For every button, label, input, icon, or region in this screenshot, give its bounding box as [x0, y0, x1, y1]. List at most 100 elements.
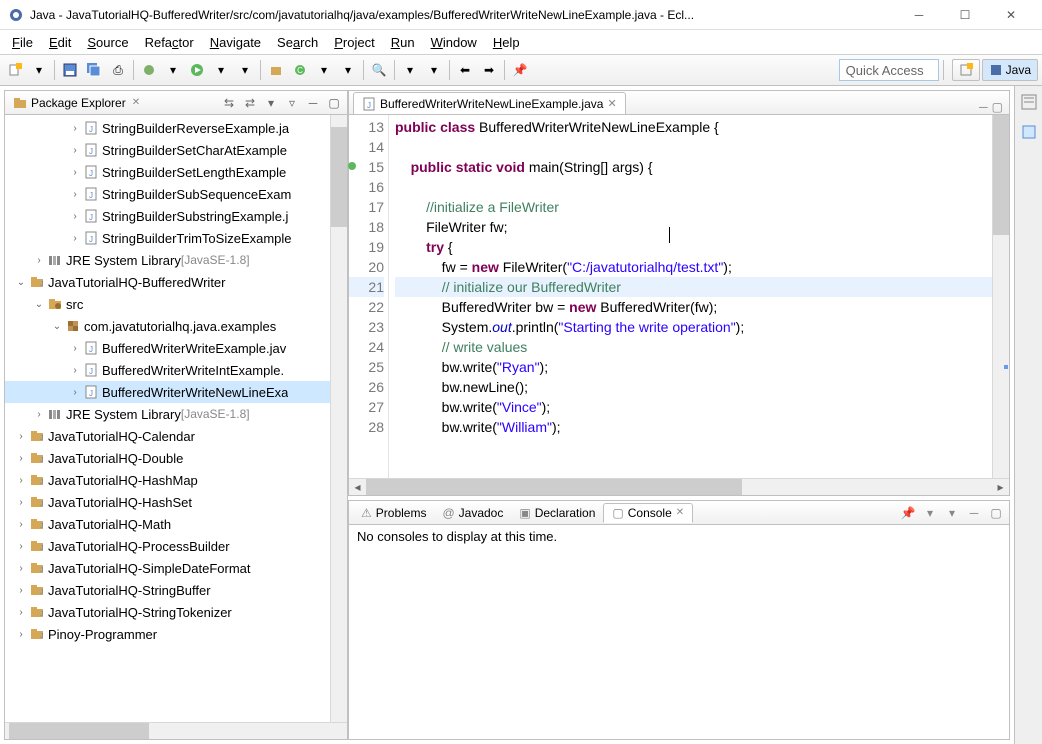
pin-button[interactable]: 📌 — [509, 59, 531, 81]
expand-toggle[interactable]: ⌄ — [49, 321, 65, 332]
tree-item[interactable]: ›JJavaTutorialHQ-HashMap — [5, 469, 330, 491]
minimize-view-button[interactable]: ─ — [965, 504, 983, 522]
new-class-button[interactable]: C — [289, 59, 311, 81]
tree-item[interactable]: ›JJavaTutorialHQ-StringBuffer — [5, 579, 330, 601]
coverage-button[interactable]: ▾ — [234, 59, 256, 81]
tab-declaration[interactable]: ▣Declaration — [511, 504, 603, 522]
tree-item[interactable]: ›JBufferedWriterWriteNewLineExa — [5, 381, 330, 403]
tree-item[interactable]: ›JJavaTutorialHQ-SimpleDateFormat — [5, 557, 330, 579]
menu-file[interactable]: File — [6, 33, 39, 52]
menu-source[interactable]: Source — [81, 33, 134, 52]
tree-item[interactable]: ›JRE System Library [JavaSE-1.8] — [5, 403, 330, 425]
focus-button[interactable]: ▾ — [262, 94, 280, 112]
tree-item[interactable]: ›JStringBuilderTrimToSizeExample — [5, 227, 330, 249]
line-number-gutter[interactable]: 13141516171819202122232425262728 — [349, 115, 389, 478]
save-button[interactable] — [59, 59, 81, 81]
expand-toggle[interactable]: › — [13, 431, 29, 442]
close-icon[interactable]: ✕ — [676, 507, 684, 518]
java-perspective-button[interactable]: Java — [982, 59, 1038, 81]
expand-toggle[interactable]: › — [67, 233, 83, 244]
tree-item[interactable]: ›JBufferedWriterWriteExample.jav — [5, 337, 330, 359]
expand-toggle[interactable]: › — [13, 563, 29, 574]
tree-item[interactable]: ›JBufferedWriterWriteIntExample. — [5, 359, 330, 381]
tree-item[interactable]: ›JJavaTutorialHQ-Calendar — [5, 425, 330, 447]
toggle-button[interactable]: ▾ — [399, 59, 421, 81]
horizontal-scrollbar[interactable] — [5, 722, 347, 739]
maximize-editor-button[interactable]: ▢ — [992, 100, 1003, 114]
menu-search[interactable]: Search — [271, 33, 324, 52]
dropdown-icon[interactable]: ▾ — [210, 59, 232, 81]
expand-toggle[interactable]: › — [13, 519, 29, 530]
package-explorer-tree[interactable]: ›JStringBuilderReverseExample.ja›JString… — [5, 115, 330, 722]
menu-navigate[interactable]: Navigate — [204, 33, 267, 52]
expand-toggle[interactable]: › — [31, 409, 47, 420]
close-icon[interactable]: ✕ — [607, 97, 616, 110]
tree-item[interactable]: ›JStringBuilderSetCharAtExample — [5, 139, 330, 161]
new-package-button[interactable] — [265, 59, 287, 81]
open-type-button[interactable]: ▾ — [337, 59, 359, 81]
close-icon[interactable]: ✕ — [132, 97, 140, 108]
tab-problems[interactable]: ⚠Problems — [353, 504, 434, 522]
save-all-button[interactable] — [83, 59, 105, 81]
tree-item[interactable]: ›JStringBuilderSubstringExample.j — [5, 205, 330, 227]
expand-toggle[interactable]: › — [13, 607, 29, 618]
expand-toggle[interactable]: › — [67, 189, 83, 200]
open-perspective-button[interactable] — [952, 59, 980, 81]
quick-access-input[interactable]: Quick Access — [839, 59, 939, 81]
tree-item[interactable]: ⌄src — [5, 293, 330, 315]
maximize-view-button[interactable]: ▢ — [325, 94, 343, 112]
expand-toggle[interactable]: › — [13, 453, 29, 464]
editor-vertical-scrollbar[interactable] — [992, 115, 1009, 478]
editor-horizontal-scrollbar[interactable]: ◂▸ — [349, 478, 1009, 495]
annotation-next-button[interactable]: ➡ — [478, 59, 500, 81]
tree-item[interactable]: ⌄JJavaTutorialHQ-BufferedWriter — [5, 271, 330, 293]
tab-javadoc[interactable]: @Javadoc — [434, 504, 511, 522]
expand-toggle[interactable]: ⌄ — [31, 299, 47, 310]
open-console-button[interactable]: ▾ — [943, 504, 961, 522]
debug-button[interactable] — [138, 59, 160, 81]
expand-toggle[interactable]: › — [31, 255, 47, 266]
maximize-view-button[interactable]: ▢ — [987, 504, 1005, 522]
tree-item[interactable]: ›JStringBuilderSetLengthExample — [5, 161, 330, 183]
dropdown-icon[interactable]: ▾ — [313, 59, 335, 81]
tree-item[interactable]: ›JJavaTutorialHQ-Math — [5, 513, 330, 535]
tree-item[interactable]: ›JStringBuilderReverseExample.ja — [5, 117, 330, 139]
expand-toggle[interactable]: › — [13, 475, 29, 486]
toggle-button[interactable]: ▾ — [423, 59, 445, 81]
expand-toggle[interactable]: › — [13, 497, 29, 508]
expand-toggle[interactable]: › — [67, 343, 83, 354]
dropdown-icon[interactable]: ▾ — [28, 59, 50, 81]
view-menu-button[interactable]: ▿ — [283, 94, 301, 112]
window-maximize-button[interactable]: ☐ — [942, 0, 988, 30]
tree-item[interactable]: ›JPinoy-Programmer — [5, 623, 330, 645]
tree-item[interactable]: ›JJavaTutorialHQ-Double — [5, 447, 330, 469]
pin-console-button[interactable]: 📌 — [899, 504, 917, 522]
expand-toggle[interactable]: › — [67, 145, 83, 156]
tree-item[interactable]: ›JJavaTutorialHQ-ProcessBuilder — [5, 535, 330, 557]
package-explorer-tab[interactable]: Package Explorer ✕ — [9, 94, 144, 112]
search-button[interactable]: 🔍 — [368, 59, 390, 81]
vertical-scrollbar[interactable] — [330, 115, 347, 722]
link-editor-button[interactable]: ⇄ — [241, 94, 259, 112]
tree-item[interactable]: ›JStringBuilderSubSequenceExam — [5, 183, 330, 205]
menu-edit[interactable]: Edit — [43, 33, 77, 52]
minimize-editor-button[interactable]: ─ — [979, 100, 988, 114]
expand-toggle[interactable]: › — [67, 167, 83, 178]
expand-toggle[interactable]: › — [13, 629, 29, 640]
tree-item[interactable]: ›JRE System Library [JavaSE-1.8] — [5, 249, 330, 271]
code-editor[interactable]: public class BufferedWriterWriteNewLineE… — [389, 115, 992, 478]
expand-toggle[interactable]: ⌄ — [13, 277, 29, 288]
expand-toggle[interactable]: › — [67, 211, 83, 222]
tree-item[interactable]: ⌄com.javatutorialhq.java.examples — [5, 315, 330, 337]
menu-run[interactable]: Run — [385, 33, 421, 52]
expand-toggle[interactable]: › — [13, 541, 29, 552]
editor-tab[interactable]: J BufferedWriterWriteNewLineExample.java… — [353, 92, 626, 114]
minimize-view-button[interactable]: ─ — [304, 94, 322, 112]
menu-window[interactable]: Window — [425, 33, 483, 52]
expand-toggle[interactable]: › — [67, 387, 83, 398]
tree-item[interactable]: ›JJavaTutorialHQ-HashSet — [5, 491, 330, 513]
task-list-button[interactable] — [1019, 122, 1039, 142]
expand-toggle[interactable]: › — [67, 365, 83, 376]
annotation-prev-button[interactable]: ⬅ — [454, 59, 476, 81]
display-console-button[interactable]: ▾ — [921, 504, 939, 522]
